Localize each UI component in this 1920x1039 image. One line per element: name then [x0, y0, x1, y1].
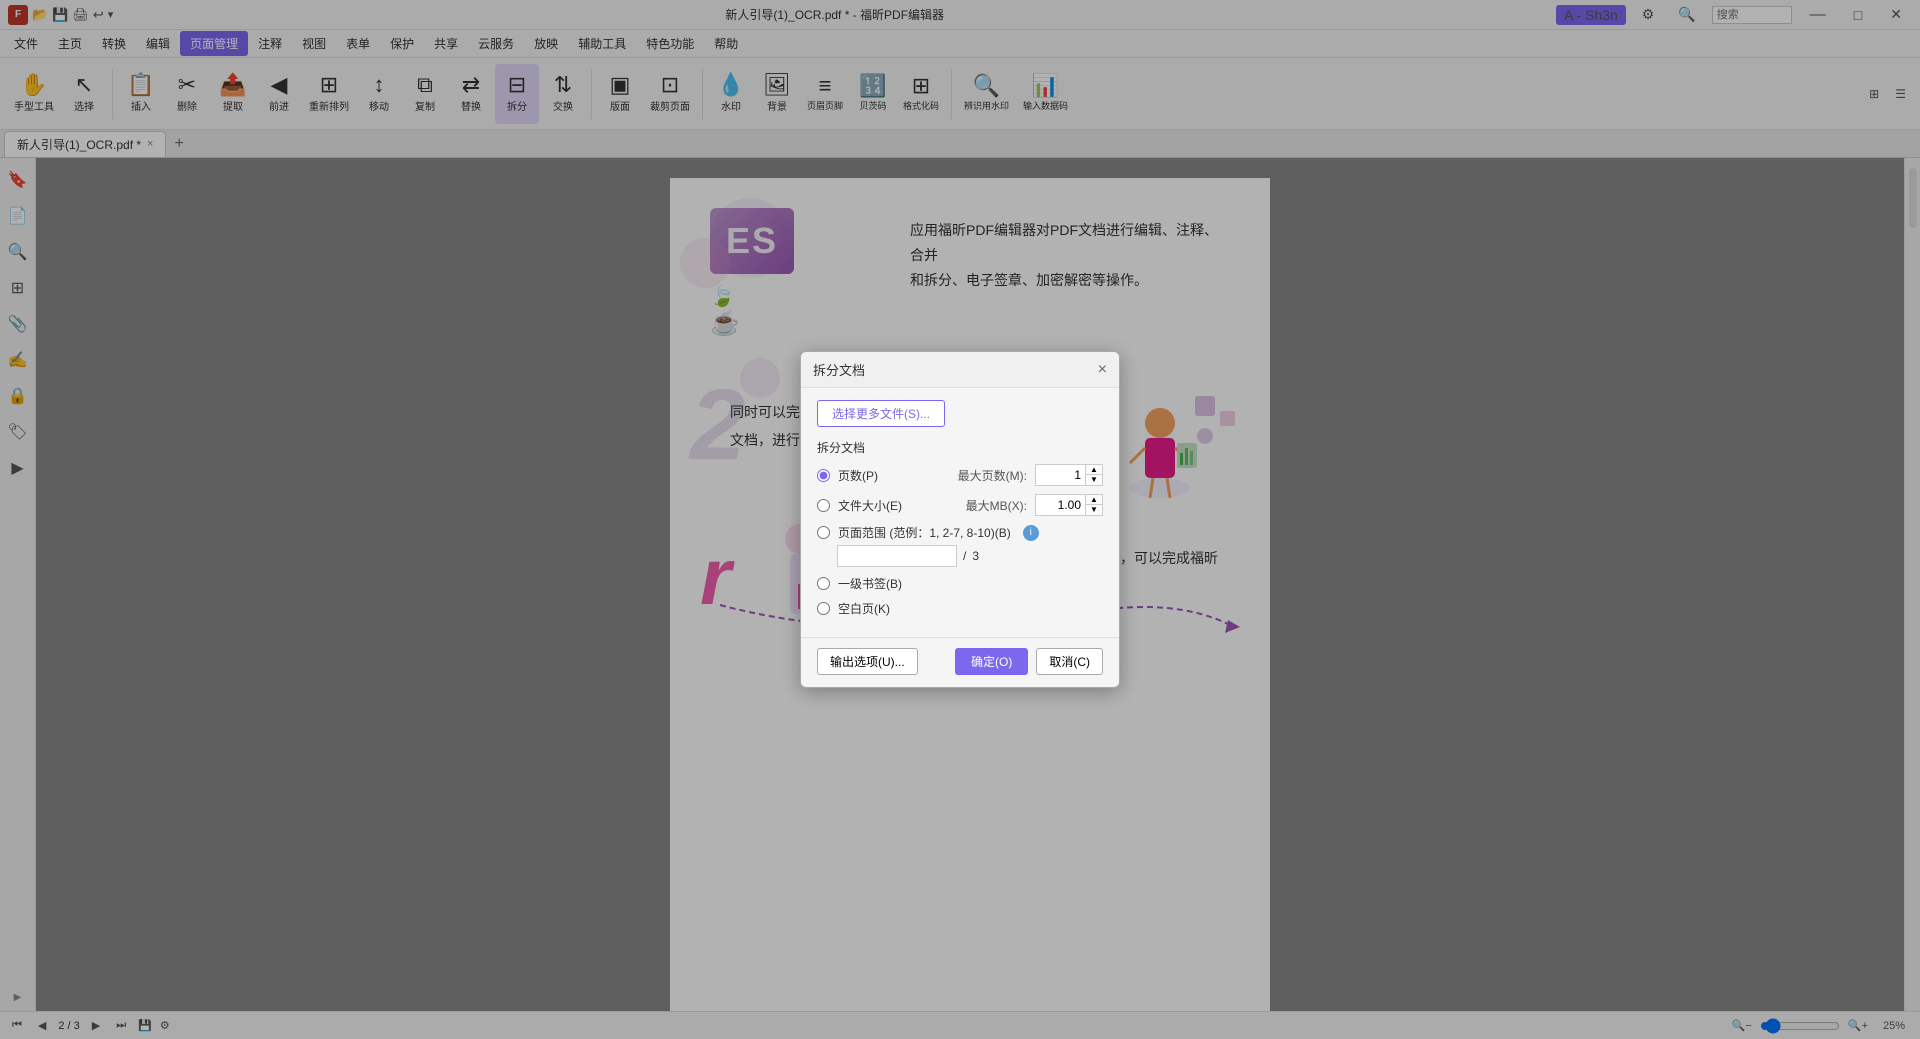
pagerange-label[interactable]: 页面范围 (范例：1, 2-7, 8-10)(B) [838, 524, 1011, 541]
max-pages-spin-btns: ▲ ▼ [1085, 464, 1103, 486]
filesize-radio-row: 文件大小(E) [817, 497, 902, 514]
max-mb-spin-btns: ▲ ▼ [1085, 494, 1103, 516]
cancel-button[interactable]: 取消(C) [1036, 648, 1103, 675]
max-mb-input[interactable]: 1.00 [1035, 494, 1085, 516]
page-range-input[interactable] [837, 545, 957, 567]
max-pages-spinner: 1 ▲ ▼ [1035, 464, 1103, 486]
bookmark-radio[interactable] [817, 577, 830, 590]
dialog-section-label: 拆分文档 [817, 439, 1103, 456]
max-mb-down-btn[interactable]: ▼ [1086, 505, 1102, 515]
dialog-footer: 输出选项(U)... 确定(O) 取消(C) [801, 637, 1119, 687]
max-pages-label: 最大页数(M): [957, 467, 1027, 484]
bookmark-label[interactable]: 一级书签(B) [838, 575, 902, 592]
split-dialog: 拆分文档 × 选择更多文件(S)... 拆分文档 页数(P) [800, 351, 1120, 688]
bookmark-radio-row: 一级书签(B) [817, 575, 1103, 592]
dialog-btn-group: 确定(O) 取消(C) [955, 648, 1103, 675]
page-range-total: 3 [972, 549, 979, 563]
max-mb-label: 最大MB(X): [957, 497, 1027, 514]
info-icon[interactable]: i [1023, 525, 1039, 541]
dialog-header: 拆分文档 × [801, 352, 1119, 388]
output-options-button[interactable]: 输出选项(U)... [817, 648, 918, 675]
max-pages-input[interactable]: 1 [1035, 464, 1085, 486]
max-pages-row: 最大页数(M): 1 ▲ ▼ [957, 464, 1103, 486]
dialog-title: 拆分文档 [813, 360, 865, 379]
max-pages-down-btn[interactable]: ▼ [1086, 475, 1102, 485]
page-range-input-row: / 3 [837, 545, 1103, 567]
pages-label[interactable]: 页数(P) [838, 467, 878, 484]
blankpage-label[interactable]: 空白页(K) [838, 600, 890, 617]
filesize-radio[interactable] [817, 499, 830, 512]
max-mb-spinner: 1.00 ▲ ▼ [1035, 494, 1103, 516]
max-mb-up-btn[interactable]: ▲ [1086, 495, 1102, 505]
pagerange-radio[interactable] [817, 526, 830, 539]
select-files-container: 选择更多文件(S)... [817, 400, 1103, 439]
select-files-button[interactable]: 选择更多文件(S)... [817, 400, 945, 427]
dialog-radio-group: 页数(P) 最大页数(M): 1 ▲ ▼ [817, 464, 1103, 617]
max-mb-row: 最大MB(X): 1.00 ▲ ▼ [957, 494, 1103, 516]
filesize-option-row: 文件大小(E) 最大MB(X): 1.00 ▲ ▼ [817, 494, 1103, 516]
filesize-label[interactable]: 文件大小(E) [838, 497, 902, 514]
pages-radio[interactable] [817, 469, 830, 482]
page-range-separator: / [963, 549, 966, 563]
confirm-button[interactable]: 确定(O) [955, 648, 1028, 675]
blankpage-radio[interactable] [817, 602, 830, 615]
pagerange-radio-row: 页面范围 (范例：1, 2-7, 8-10)(B) i [817, 524, 1103, 541]
pagerange-option-section: 页面范围 (范例：1, 2-7, 8-10)(B) i / 3 [817, 524, 1103, 567]
dialog-close-button[interactable]: × [1098, 362, 1107, 378]
modal-overlay: 拆分文档 × 选择更多文件(S)... 拆分文档 页数(P) [0, 0, 1920, 1039]
pages-radio-row: 页数(P) [817, 467, 878, 484]
blankpage-radio-row: 空白页(K) [817, 600, 1103, 617]
max-pages-up-btn[interactable]: ▲ [1086, 465, 1102, 475]
dialog-body: 选择更多文件(S)... 拆分文档 页数(P) 最大页数(M): [801, 388, 1119, 629]
pages-option-row: 页数(P) 最大页数(M): 1 ▲ ▼ [817, 464, 1103, 486]
